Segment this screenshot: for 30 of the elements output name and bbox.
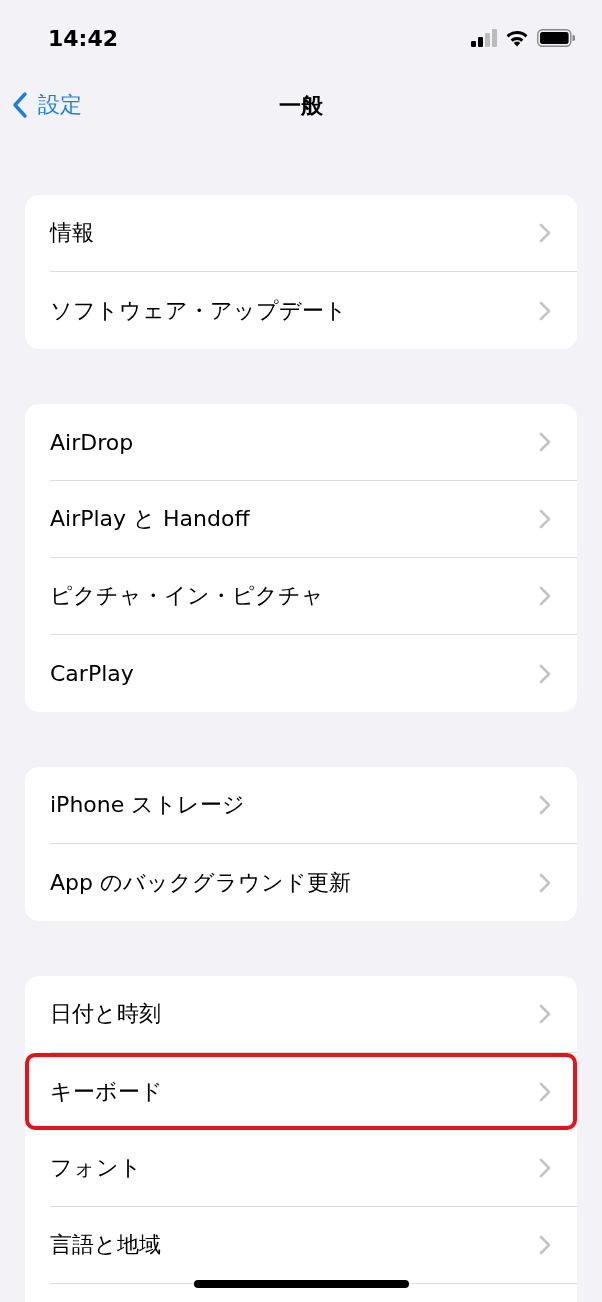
status-time: 14:42 [48, 25, 119, 51]
chevron-icon [539, 223, 551, 243]
chevron-icon [539, 1004, 551, 1024]
chevron-icon [539, 663, 551, 684]
chevron-icon [539, 432, 551, 452]
chevron-icon [539, 1158, 551, 1178]
battery-icon [537, 29, 575, 47]
chevron-icon [539, 795, 551, 815]
chevron-icon [539, 300, 551, 321]
back-chevron-icon[interactable] [12, 91, 28, 119]
settings-row[interactable]: AirDrop [50, 404, 577, 481]
back-button[interactable]: 設定 [12, 90, 82, 120]
settings-row[interactable]: フォント [50, 1130, 577, 1207]
settings-row[interactable]: 日付と時刻 [50, 976, 577, 1053]
settings-row[interactable]: App のバックグラウンド更新 [50, 844, 577, 921]
chevron-icon [539, 1235, 551, 1255]
chevron-icon [539, 1081, 551, 1102]
wifi-icon [505, 29, 529, 47]
settings-row[interactable]: ソフトウェア・アップデート [50, 272, 577, 349]
nav-title: 一般 [279, 92, 323, 120]
settings-row[interactable]: AirPlay と Handoff [50, 481, 577, 558]
chevron-icon [539, 586, 551, 606]
settings-row[interactable]: ピクチャ・イン・ピクチャ [50, 558, 577, 635]
chevron-icon [539, 872, 551, 893]
chevron-icon [539, 509, 551, 529]
settings-row[interactable]: iPhone ストレージ [50, 767, 577, 844]
settings-row[interactable]: キーボード [25, 1053, 577, 1130]
settings-row[interactable]: 情報 [50, 195, 577, 272]
settings-row[interactable]: CarPlay [50, 635, 577, 712]
signal-icon [471, 29, 497, 47]
